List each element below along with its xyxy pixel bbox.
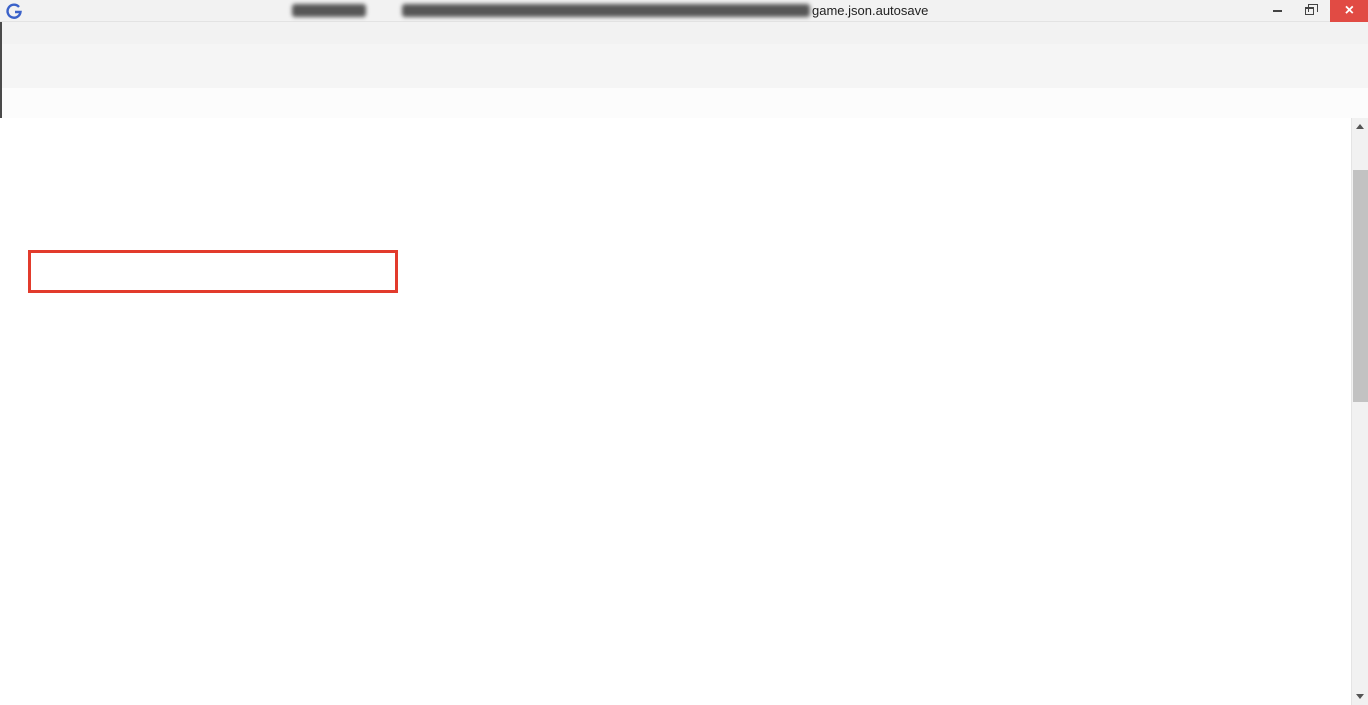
tab-bar xyxy=(0,88,1368,118)
redacted-title-text xyxy=(292,4,366,17)
gdevelop-logo-icon xyxy=(6,3,22,19)
toolbar-right-group xyxy=(1360,44,1368,88)
restore-icon xyxy=(1305,7,1314,15)
redacted-title-text xyxy=(402,4,810,17)
scrollbar-down-button[interactable] xyxy=(1352,688,1368,705)
maximize-button[interactable] xyxy=(1294,0,1324,22)
toolbar xyxy=(0,44,1368,88)
scrollbar-up-button[interactable] xyxy=(1352,118,1368,135)
title-bar: game.json.autosave xyxy=(0,0,1368,22)
app-window: game.json.autosave xyxy=(0,0,1368,705)
minimize-button[interactable] xyxy=(1262,0,1292,22)
close-button[interactable] xyxy=(1330,0,1368,22)
triangle-down-icon xyxy=(1356,694,1364,699)
vertical-scrollbar[interactable] xyxy=(1351,118,1368,705)
minimize-icon xyxy=(1273,10,1282,12)
menu-bar xyxy=(0,22,1368,44)
scrollbar-thumb[interactable] xyxy=(1353,170,1368,402)
triangle-up-icon xyxy=(1356,124,1364,129)
events-sheet xyxy=(0,118,1351,705)
events-sheet-area xyxy=(0,118,1368,705)
toolbar-left-group xyxy=(2,44,8,88)
close-icon xyxy=(1344,1,1353,21)
window-title: game.json.autosave xyxy=(812,3,928,18)
